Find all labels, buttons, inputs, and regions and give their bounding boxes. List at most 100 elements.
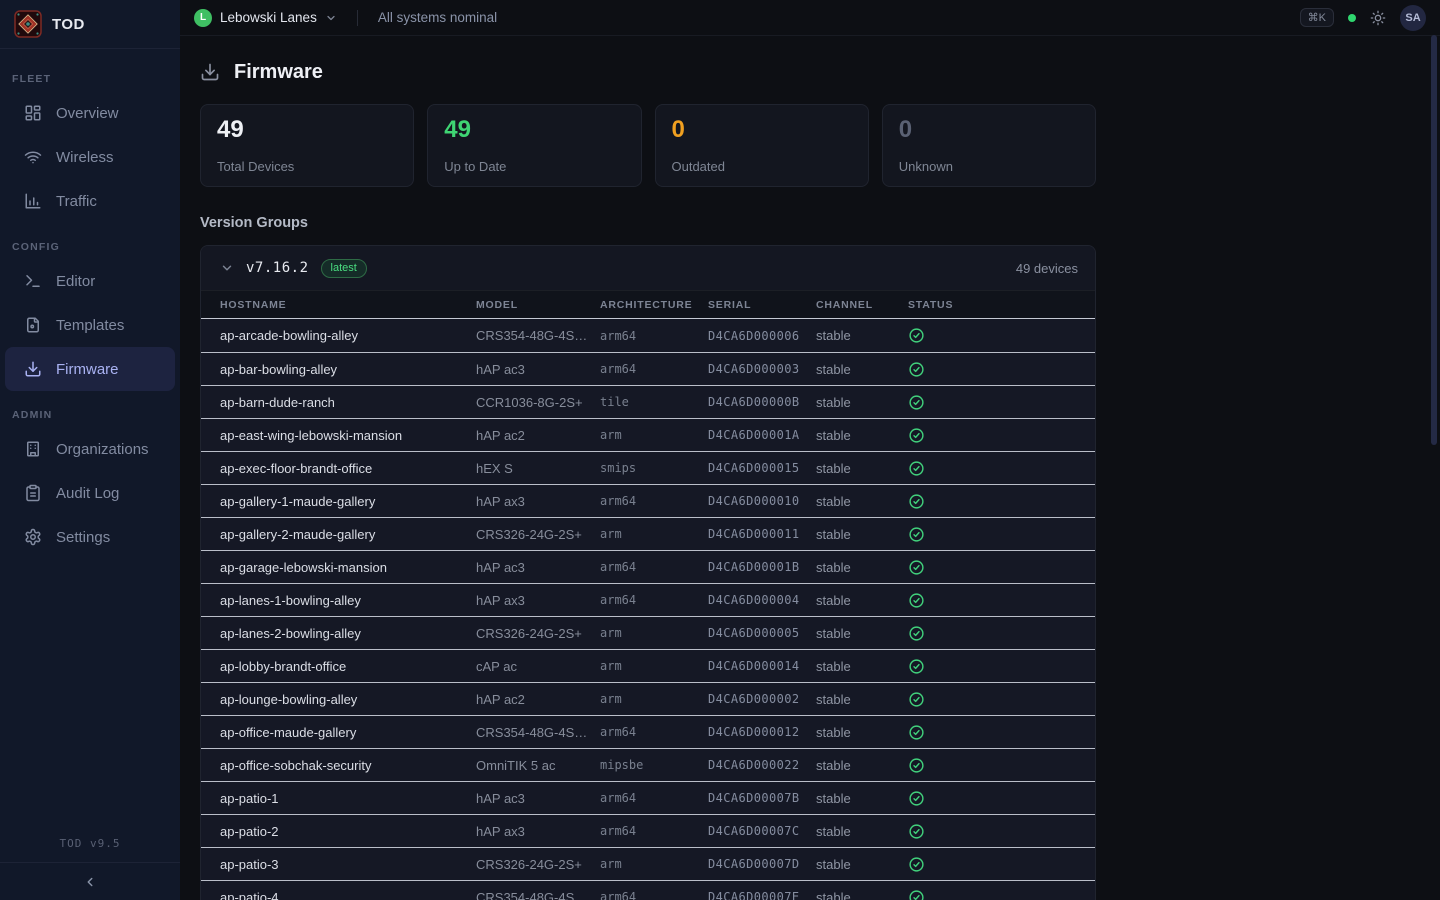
table-row[interactable]: ap-gallery-1-maude-gallery hAP ax3 arm64…: [201, 484, 1095, 517]
stat-label: Outdated: [672, 159, 852, 174]
sidebar-item-settings[interactable]: Settings: [0, 515, 180, 559]
cell-architecture: arm: [600, 527, 708, 541]
user-avatar[interactable]: SA: [1400, 5, 1426, 31]
chevron-left-icon: [83, 875, 97, 889]
topbar-divider: [357, 10, 358, 26]
cell-hostname: ap-lanes-1-bowling-alley: [220, 593, 476, 608]
status-check-circle-icon: [908, 658, 925, 675]
cell-hostname: ap-patio-3: [220, 857, 476, 872]
table-row[interactable]: ap-arcade-bowling-alley CRS354-48G-4S+… …: [201, 319, 1095, 352]
table-row[interactable]: ap-barn-dude-ranch CCR1036-8G-2S+ tile D…: [201, 385, 1095, 418]
status-check-circle-icon: [908, 691, 925, 708]
table-row[interactable]: ap-office-maude-gallery CRS354-48G-4S+… …: [201, 715, 1095, 748]
table-row[interactable]: ap-lounge-bowling-alley hAP ac2 arm D4CA…: [201, 682, 1095, 715]
sidebar-item-editor[interactable]: Editor: [0, 259, 180, 303]
cell-serial: D4CA6D00007B: [708, 791, 816, 805]
version-group-header[interactable]: v7.16.2 latest 49 devices: [201, 246, 1095, 290]
cell-architecture: arm64: [600, 494, 708, 508]
sidebar-item-organizations[interactable]: Organizations: [0, 427, 180, 471]
status-check-circle-icon: [908, 757, 925, 774]
cell-architecture: tile: [600, 395, 708, 409]
sidebar-item-label: Settings: [56, 529, 110, 546]
stat-card-total-devices: 49 Total Devices: [200, 104, 414, 187]
sidebar-item-label: Templates: [56, 317, 124, 334]
cell-channel: stable: [816, 461, 908, 476]
sidebar-item-traffic[interactable]: Traffic: [0, 179, 180, 223]
version-group-panel: v7.16.2 latest 49 devices Hostname Model…: [200, 245, 1096, 900]
cell-status: [908, 625, 1095, 642]
cell-model: hAP ac3: [476, 791, 600, 806]
brand-header: TOD: [0, 0, 180, 49]
cell-hostname: ap-lobby-brandt-office: [220, 659, 476, 674]
cell-hostname: ap-patio-2: [220, 824, 476, 839]
status-check-circle-icon: [908, 460, 925, 477]
stat-value: 49: [444, 117, 624, 143]
main-content: Firmware 49 Total Devices 49 Up to Date …: [180, 36, 1440, 900]
cell-channel: stable: [816, 560, 908, 575]
status-check-circle-icon: [908, 559, 925, 576]
cell-serial: D4CA6D000003: [708, 362, 816, 376]
sidebar-item-wireless[interactable]: Wireless: [0, 135, 180, 179]
table-row[interactable]: ap-patio-2 hAP ax3 arm64 D4CA6D00007C st…: [201, 814, 1095, 847]
table-row[interactable]: ap-bar-bowling-alley hAP ac3 arm64 D4CA6…: [201, 352, 1095, 385]
system-status: All systems nominal: [378, 10, 497, 25]
table-row[interactable]: ap-lanes-2-bowling-alley CRS326-24G-2S+ …: [201, 616, 1095, 649]
cell-status: [908, 361, 1095, 378]
cell-serial: D4CA6D00007D: [708, 857, 816, 871]
sidebar-item-audit-log[interactable]: Audit Log: [0, 471, 180, 515]
sidebar-item-firmware[interactable]: Firmware: [5, 347, 175, 391]
cell-model: hAP ac3: [476, 560, 600, 575]
sidebar-item-templates[interactable]: Templates: [0, 303, 180, 347]
sidebar-item-overview[interactable]: Overview: [0, 91, 180, 135]
clipboard-icon: [24, 484, 42, 502]
sidebar-item-label: Organizations: [56, 441, 149, 458]
status-check-circle-icon: [908, 361, 925, 378]
table-row[interactable]: ap-garage-lebowski-mansion hAP ac3 arm64…: [201, 550, 1095, 583]
stat-value: 0: [899, 117, 1079, 143]
table-row[interactable]: ap-gallery-2-maude-gallery CRS326-24G-2S…: [201, 517, 1095, 550]
cell-model: OmniTIK 5 ac: [476, 758, 600, 773]
table-row[interactable]: ap-lanes-1-bowling-alley hAP ax3 arm64 D…: [201, 583, 1095, 616]
table-row[interactable]: ap-patio-1 hAP ac3 arm64 D4CA6D00007B st…: [201, 781, 1095, 814]
table-row[interactable]: ap-lobby-brandt-office cAP ac arm D4CA6D…: [201, 649, 1095, 682]
cell-channel: stable: [816, 758, 908, 773]
status-check-circle-icon: [908, 856, 925, 873]
latest-badge: latest: [321, 259, 367, 278]
stat-card-up-to-date: 49 Up to Date: [427, 104, 641, 187]
cell-status: [908, 658, 1095, 675]
stat-card-outdated: 0 Outdated: [655, 104, 869, 187]
table-row[interactable]: ap-office-sobchak-security OmniTIK 5 ac …: [201, 748, 1095, 781]
cell-status: [908, 790, 1095, 807]
status-check-circle-icon: [908, 592, 925, 609]
cell-hostname: ap-exec-floor-brandt-office: [220, 461, 476, 476]
sidebar-item-label: Wireless: [56, 149, 114, 166]
cell-channel: stable: [816, 395, 908, 410]
scrollbar-thumb[interactable]: [1431, 35, 1437, 445]
table-row[interactable]: ap-patio-3 CRS326-24G-2S+ arm D4CA6D0000…: [201, 847, 1095, 880]
cell-status: [908, 889, 1095, 900]
cell-hostname: ap-gallery-2-maude-gallery: [220, 527, 476, 542]
command-palette-shortcut[interactable]: ⌘K: [1300, 8, 1334, 27]
table-row[interactable]: ap-exec-floor-brandt-office hEX S smips …: [201, 451, 1095, 484]
cell-architecture: arm: [600, 428, 708, 442]
table-row[interactable]: ap-east-wing-lebowski-mansion hAP ac2 ar…: [201, 418, 1095, 451]
theme-toggle-sun-icon[interactable]: [1370, 10, 1386, 26]
cell-channel: stable: [816, 791, 908, 806]
cell-status: [908, 724, 1095, 741]
sidebar-collapse-button[interactable]: [0, 862, 180, 900]
sidebar-item-label: Traffic: [56, 193, 97, 210]
cell-channel: stable: [816, 824, 908, 839]
status-check-circle-icon: [908, 526, 925, 543]
status-check-circle-icon: [908, 625, 925, 642]
table-row[interactable]: ap-patio-4 CRS354-48G-4S+… arm64 D4CA6D0…: [201, 880, 1095, 900]
cell-architecture: arm64: [600, 890, 708, 900]
cell-hostname: ap-patio-1: [220, 791, 476, 806]
cell-architecture: arm64: [600, 593, 708, 607]
cell-channel: stable: [816, 692, 908, 707]
topbar: L Lebowski Lanes All systems nominal ⌘K …: [180, 0, 1440, 36]
org-switcher[interactable]: L Lebowski Lanes: [194, 9, 337, 27]
cell-architecture: smips: [600, 461, 708, 475]
cell-serial: D4CA6D000005: [708, 626, 816, 640]
cell-model: hEX S: [476, 461, 600, 476]
cell-serial: D4CA6D000014: [708, 659, 816, 673]
